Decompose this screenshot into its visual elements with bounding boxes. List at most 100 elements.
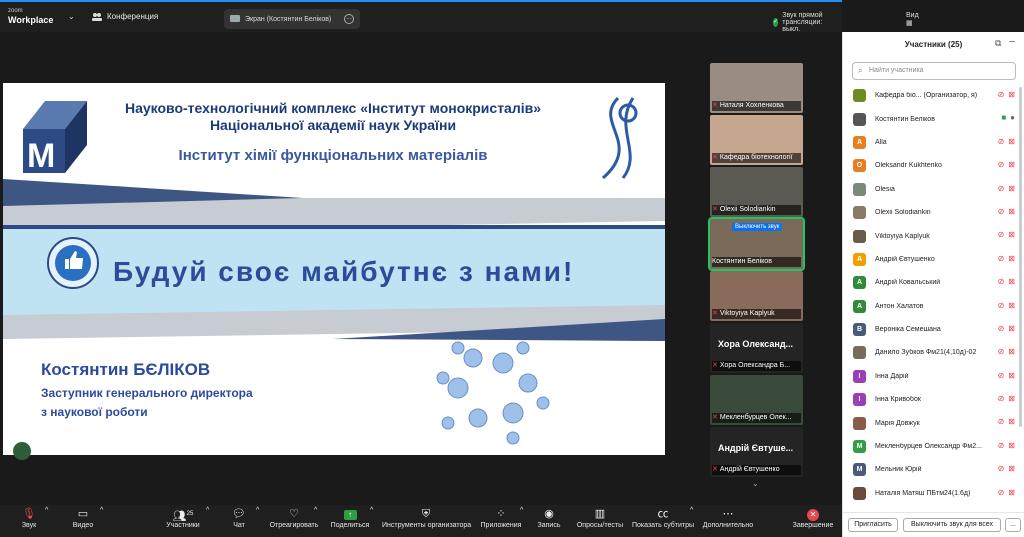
mic-on-icon: ● (1010, 113, 1015, 123)
participant-row[interactable]: B Вероніка Семешана ⊘ ⊠ (843, 318, 1024, 341)
panel-scrollbar[interactable] (1019, 87, 1022, 427)
participant-row[interactable]: A Alla ⊘ ⊠ (843, 131, 1024, 154)
zoom-window: zoom Workplace ⌄ Конференция Экран (Кост… (0, 0, 1024, 537)
chevron-up-icon[interactable]: ^ (45, 507, 48, 514)
participant-row[interactable]: M Мельник Юрій ⊘ ⊠ (843, 458, 1024, 481)
participant-row[interactable]: A Андрій Євтушенко ⊘ ⊠ (843, 248, 1024, 271)
chevron-up-icon[interactable]: ^ (100, 507, 103, 514)
presenter-role-line2: з наукової роботи (41, 405, 148, 419)
more-label: Дополнительно (702, 522, 754, 529)
annotate-pencil-icon[interactable] (13, 442, 31, 460)
participant-row[interactable]: Viktoyiya Kaplyuk ⊘ ⊠ (843, 224, 1024, 247)
tile-name: Костянтин Беліков (712, 257, 801, 267)
invite-button[interactable]: Пригласить (848, 518, 898, 532)
audio-button[interactable]: 🎙︎ Звук (16, 507, 42, 529)
video-tile[interactable]: ✕ Мекленбурцев Олек... (710, 375, 803, 425)
participant-status-icons: ⊘ ⊠ (998, 277, 1015, 286)
participant-status-icons: ⊘ ⊠ (998, 488, 1015, 497)
chevron-up-icon[interactable]: ^ (256, 507, 259, 514)
minimize-icon[interactable]: − (1009, 36, 1015, 48)
participants-panel: Участники (25) ⧉ − ⌕ Найти участника Каф… (842, 32, 1024, 537)
share-button[interactable]: ↑ Поделиться (330, 507, 370, 529)
grid-icon: ▦ (906, 20, 913, 27)
participant-row[interactable]: A Антон Халатов ⊘ ⊠ (843, 295, 1024, 318)
participant-name: Oleksandr Kukhtenko (875, 162, 942, 170)
video-tile[interactable]: ✕ Наталя Хохленкова (710, 63, 803, 113)
more-button[interactable]: ... (1005, 518, 1021, 532)
tile-name: ✕ Мекленбурцев Олек... (712, 413, 801, 423)
tile-big-name: Андрій Євтуше... (718, 443, 794, 453)
camera-off-icon: ⊠ (1008, 160, 1015, 170)
participant-row[interactable]: M Мекленбурцев Олександр Фм2... ⊘ ⊠ (843, 435, 1024, 458)
participant-row[interactable]: I Інна Дарій ⊘ ⊠ (843, 365, 1024, 388)
mic-muted-icon: ⊘ (997, 347, 1005, 357)
video-tile[interactable]: Андрій Євтуше... ✕ Андрій Євтушенко (710, 427, 803, 477)
participants-button[interactable]: 👥︎25 Участники (160, 507, 206, 529)
camera-off-icon: ⊠ (1008, 464, 1015, 474)
more-toolbar-button[interactable]: ⋯ Дополнительно (702, 507, 754, 529)
end-meeting-button[interactable]: ✕ Завершение (792, 507, 834, 529)
participant-row[interactable]: Olexii Solodiankin ⊘ ⊠ (843, 201, 1024, 224)
video-tile[interactable]: ✕ Viktoyiya Kaplyuk (710, 271, 803, 321)
conference-menu[interactable]: Конференция (92, 12, 158, 21)
participant-status-icons: ⊘ ⊠ (998, 230, 1015, 239)
chevron-up-icon[interactable]: ^ (520, 507, 523, 514)
host-tools-button[interactable]: ⛨ Инструменты организатора (382, 507, 471, 529)
mic-muted-icon: ✕ (712, 414, 718, 421)
participant-row[interactable]: I Інна Кривобок ⊘ ⊠ (843, 388, 1024, 411)
video-tile-active-speaker[interactable]: Выключить звук Костянтин Беліков (708, 217, 805, 271)
participant-status-icons: ⊘ ⊠ (998, 184, 1015, 193)
apps-button[interactable]: ⁘ Приложения (480, 507, 522, 529)
share-label: Поделиться (330, 522, 370, 529)
participant-status-icons: ⊘ ⊠ (998, 464, 1015, 473)
mute-all-button[interactable]: Выключить звук для всех (903, 518, 1001, 532)
livestream-audio-status[interactable]: ✓ Звук прямой трансляции: выкл. (773, 12, 842, 33)
participant-row[interactable]: Olesia ⊘ ⊠ (843, 178, 1024, 201)
avatar: M (853, 463, 866, 477)
mic-muted-icon: ✕ (712, 362, 718, 369)
video-tile[interactable]: Хора Олександ... ✕ Хора Олександра Б... (710, 323, 803, 373)
participant-row[interactable]: O Oleksandr Kukhtenko ⊘ ⊠ (843, 154, 1024, 177)
participant-row[interactable]: Марія Довжук ⊘ ⊠ (843, 411, 1024, 434)
video-button[interactable]: ▭ Видео (70, 507, 96, 529)
camera-off-icon: ⊠ (1008, 487, 1015, 497)
video-tile[interactable]: ✕ Кафедра біотехнології (710, 115, 803, 165)
chevron-up-icon[interactable]: ^ (690, 507, 693, 514)
participant-status-icons: ■ ● (1001, 113, 1015, 122)
video-tile[interactable]: ✕ Olexii Solodiankin (710, 167, 803, 217)
chevron-up-icon[interactable]: ^ (314, 507, 317, 514)
participant-row[interactable]: A Андрій Ковальський ⊘ ⊠ (843, 271, 1024, 294)
chevron-up-icon[interactable]: ^ (206, 507, 209, 514)
participant-row[interactable]: Костянтин Беліков ■ ● (843, 107, 1024, 130)
popout-icon[interactable]: ⧉ (995, 38, 1001, 49)
heart-icon: ♡ (289, 508, 299, 520)
more-options-icon[interactable]: … (344, 14, 354, 24)
chat-button[interactable]: 💬︎ Чат (228, 507, 250, 529)
captions-button[interactable]: ㏄ Показать субтитры (632, 507, 694, 529)
chevron-down-icon[interactable]: ⌄ (752, 479, 759, 488)
slide-banner-top (3, 225, 665, 229)
react-button[interactable]: ♡ Отреагировать (268, 507, 320, 529)
tile-name-text: Кафедра біотехнології (719, 154, 793, 161)
participant-search-input[interactable]: ⌕ Найти участника (852, 62, 1016, 80)
record-button[interactable]: ◉ Запись (536, 507, 562, 529)
view-menu[interactable]: Вид ▦ (906, 12, 919, 27)
chat-label: Чат (233, 522, 245, 529)
chevron-up-icon[interactable]: ^ (370, 507, 373, 514)
dna-flask-logo (602, 96, 638, 180)
polls-button[interactable]: ▥ Опросы/тесты (576, 507, 624, 529)
participant-name: Кафедра біо... (Организатор, я) (875, 92, 978, 100)
mic-muted-icon: ⊘ (997, 370, 1005, 380)
participant-row[interactable]: Наталія Матяш ПБтм24(1.6д) ⊘ ⊠ (843, 482, 1024, 505)
participant-status-icons: ⊘ ⊠ (998, 417, 1015, 426)
video-camera-icon: ▭ (77, 508, 89, 520)
audio-label: Звук (21, 522, 37, 529)
avatar: M (853, 440, 866, 454)
chevron-down-icon[interactable]: ⌄ (68, 12, 75, 21)
avatar (853, 486, 866, 500)
screen-share-indicator[interactable]: Экран (Костянтин Беліков) … (224, 9, 360, 29)
avatar (853, 229, 866, 243)
mute-button[interactable]: Выключить звук (732, 223, 783, 231)
participant-row[interactable]: Данило Зубков Фм21(4,10д)-02 ⊘ ⊠ (843, 341, 1024, 364)
participant-row[interactable]: Кафедра біо... (Организатор, я) ⊘ ⊠ (843, 84, 1024, 107)
